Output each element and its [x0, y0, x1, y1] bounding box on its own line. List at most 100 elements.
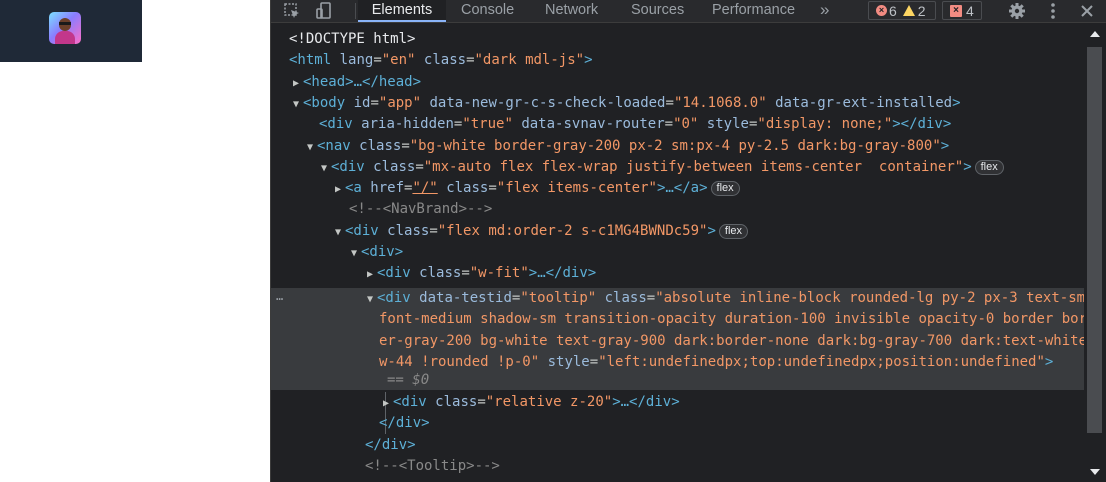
avatar-body [55, 31, 75, 44]
dom-node-html[interactable]: <html lang="en" class="dark mdl-js"> [271, 50, 1085, 71]
issues-badge[interactable]: × 4 [942, 1, 982, 20]
collapse-arrow-icon[interactable]: ▼ [351, 243, 361, 264]
tab-console[interactable]: Console [461, 0, 514, 22]
avatar[interactable] [49, 12, 81, 44]
attr-value: "relative z-20" [485, 394, 613, 410]
attr-value: er-gray-200 bg-white text-gray-900 dark:… [379, 332, 1085, 349]
href-link[interactable]: "/" [412, 180, 437, 196]
tag-name: <div> [361, 244, 404, 260]
attr-value: "absolute inline-block rounded-lg py-2 p… [655, 290, 1085, 306]
dom-node-comment[interactable]: <!--<Tooltip>--> [271, 456, 1085, 477]
dom-node-container-div[interactable]: ▼ <div class="mx-auto flex flex-wrap just… [271, 157, 1085, 178]
more-tabs-button[interactable]: » [820, 0, 829, 22]
attr-name: id [353, 94, 371, 111]
dom-node-hidden-div[interactable]: <div aria-hidden="true" data-svnav-route… [271, 114, 1085, 135]
tag-name: <a [345, 180, 362, 197]
attr-value: "0" [673, 116, 699, 133]
dom-node-comment[interactable]: <!--<NavBrand>--> [271, 199, 1085, 220]
device-toolbar-icon[interactable] [311, 0, 337, 22]
attr-name: data-new-gr-c-s-check-loaded [429, 94, 666, 111]
dom-node-tooltip[interactable]: ▼ <div data-testid="tooltip" class="absol… [271, 288, 1085, 309]
error-icon: × [876, 5, 887, 16]
attr-value: "en" [381, 52, 416, 69]
collapse-arrow-icon[interactable]: ▼ [367, 289, 377, 310]
collapse-arrow-icon[interactable]: ▼ [335, 222, 345, 243]
dollar-zero-ref: == $0 [387, 371, 430, 388]
attr-name: class [435, 394, 478, 410]
dom-node-body[interactable]: ▼ <body id="app" data-new-gr-c-s-check-lo… [271, 93, 1085, 114]
tab-network[interactable]: Network [545, 0, 598, 22]
attr-value: "bg-white border-gray-200 px-2 sm:px-4 p… [409, 137, 941, 154]
attr-value: "display: none;" [757, 116, 893, 133]
attr-value: "14.1068.0" [673, 94, 767, 111]
tag-close: >…</a> [656, 180, 708, 197]
expand-arrow-icon[interactable]: ▶ [367, 264, 377, 285]
tag-name: <nav [317, 137, 351, 154]
site-navbar [0, 0, 142, 62]
inspect-element-icon[interactable] [279, 0, 305, 22]
kebab-menu-icon[interactable] [1040, 0, 1066, 22]
attr-name: class [423, 52, 467, 69]
toolbar-separator [355, 3, 356, 19]
dom-tree[interactable]: <!DOCTYPE html> <html lang="en" class="d… [271, 23, 1085, 482]
flex-badge[interactable]: flex [718, 223, 749, 239]
tag-name: </div> [365, 436, 416, 453]
close-icon[interactable] [1074, 0, 1100, 22]
dom-node-tooltip-cont: er-gray-200 bg-white text-gray-900 dark:… [271, 331, 1085, 352]
tag-name: </div> [379, 415, 430, 432]
tag-close: > [952, 94, 961, 111]
attr-value: "dark mdl-js" [474, 52, 585, 69]
expand-arrow-icon[interactable]: ▶ [335, 179, 345, 200]
tab-sources[interactable]: Sources [631, 0, 684, 22]
collapse-arrow-icon[interactable]: ▼ [293, 94, 303, 115]
dom-node-close-div[interactable]: </div> [271, 435, 1085, 456]
dom-tree-scrollbar[interactable] [1084, 23, 1106, 482]
flex-badge[interactable]: flex [710, 181, 740, 197]
console-errors-warnings-badge[interactable]: × 6 2 [868, 1, 936, 20]
tag-name: <div [377, 265, 411, 282]
attr-value: "mx-auto flex flex-wrap justify-between … [423, 158, 964, 175]
tag-close: > [707, 222, 716, 239]
dom-node-head[interactable]: ▶ <head>…</head> [271, 72, 1085, 93]
expand-arrow-icon[interactable]: ▶ [293, 73, 303, 94]
settings-gear-icon[interactable] [1004, 0, 1030, 22]
tab-elements[interactable]: Elements [358, 0, 446, 22]
warning-count: 2 [917, 2, 926, 19]
attr-value: w-44 !rounded !p-0" [379, 353, 540, 370]
tag-name: <div [393, 394, 427, 410]
tag-close: > [940, 137, 950, 154]
dom-node-wfit-div[interactable]: ▶ <div class="w-fit">…</div> [271, 263, 1085, 284]
tag-close: > [963, 158, 972, 175]
tag-name: <div [331, 158, 365, 175]
collapse-arrow-icon[interactable]: ▼ [321, 158, 331, 179]
scroll-down-icon[interactable] [1090, 469, 1100, 475]
console-reference: == $0 [271, 370, 1085, 391]
expand-arrow-icon[interactable]: ▶ [383, 393, 393, 414]
attr-name: class [446, 180, 489, 197]
dom-node-anchor[interactable]: ▶ <a href="/" class="flex items-center">…… [271, 178, 1085, 199]
scrollbar-thumb[interactable] [1087, 47, 1102, 433]
dom-node-flex-div[interactable]: ▼ <div class="flex md:order-2 s-c1MG4BWND… [271, 221, 1085, 242]
attr-name: class [359, 137, 402, 154]
issues-count: 4 [966, 2, 974, 19]
attr-value: "flex items-center" [496, 180, 657, 197]
dom-node-doctype[interactable]: <!DOCTYPE html> [271, 29, 1085, 50]
tag-name: <div [377, 290, 411, 306]
attr-name: data-svnav-router [521, 116, 665, 133]
attr-name: aria-hidden [361, 116, 454, 133]
attr-name: data-testid [419, 290, 512, 306]
scroll-up-icon[interactable] [1090, 31, 1100, 37]
tag-name: <body [303, 94, 346, 111]
tab-performance[interactable]: Performance [712, 0, 795, 22]
collapse-arrow-icon[interactable]: ▼ [307, 137, 317, 158]
dom-node-close-div[interactable]: </div> [271, 413, 1085, 434]
dom-node-relative-div[interactable]: ▶ <div class="relative z-20">…</div> [271, 392, 1085, 413]
dom-node-div[interactable]: ▼ <div> [271, 242, 1085, 263]
attr-name: data-gr-ext-installed [775, 94, 953, 111]
dom-node-nav[interactable]: ▼ <nav class="bg-white border-gray-200 px… [271, 136, 1085, 157]
flex-badge[interactable]: flex [974, 159, 1004, 175]
attr-name: href [370, 180, 405, 197]
tag-close: ></div> [892, 116, 952, 133]
tag-name: <div [319, 116, 353, 133]
attr-value: "true" [462, 116, 513, 133]
